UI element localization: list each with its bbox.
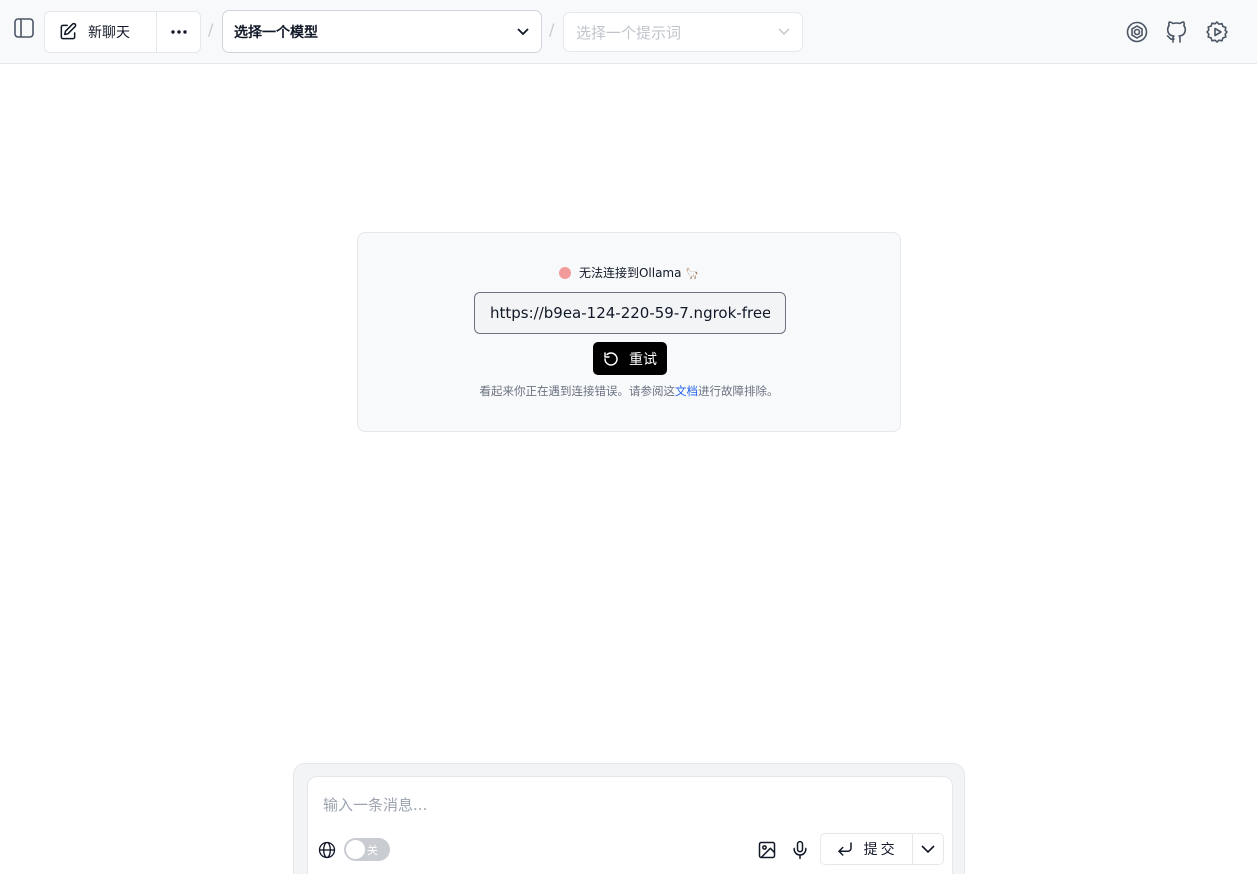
model-select[interactable]: 选择一个模型	[222, 10, 542, 53]
composer-box: 关 提交	[307, 776, 953, 874]
submit-label: 提交	[863, 842, 898, 858]
top-header: 新聊天 / 选择一个模型 / 选择一个提示词	[0, 0, 1257, 64]
message-input[interactable]	[323, 792, 923, 818]
chevron-down-icon	[921, 844, 935, 853]
toggle-knob	[346, 840, 365, 859]
ollama-url-input[interactable]	[474, 292, 786, 334]
openai-logo-icon	[1126, 21, 1148, 43]
llama-icon: 🦙	[685, 267, 700, 280]
enter-return-icon	[837, 842, 852, 856]
chat-actions-group: 新聊天	[44, 11, 201, 53]
retry-button[interactable]: 重试	[593, 342, 667, 375]
help-text: 看起来你正在遇到连接错误。请参阅这文档进行故障排除。	[479, 384, 779, 398]
status-dot	[558, 266, 571, 279]
prompt-select[interactable]: 选择一个提示词	[563, 12, 803, 52]
status-text: 无法连接到Ollama	[578, 266, 682, 280]
sidebar-toggle-button[interactable]	[10, 14, 38, 42]
more-options-button[interactable]	[156, 12, 200, 52]
github-button[interactable]	[1162, 17, 1192, 47]
connection-error-card: 无法连接到Ollama 🦙 重试 看起来你正在遇到连接错误。请参阅这文档进行故障…	[357, 232, 901, 432]
upload-image-button[interactable]	[755, 838, 779, 862]
retry-label: 重试	[629, 351, 657, 368]
image-icon	[758, 841, 776, 859]
chevron-down-icon	[517, 27, 529, 35]
globe-icon[interactable]	[317, 840, 337, 860]
microphone-icon	[793, 840, 807, 860]
new-chat-label: 新聊天	[88, 25, 130, 41]
edit-pencil-icon	[60, 22, 77, 40]
settings-button[interactable]	[1202, 17, 1232, 47]
submit-group: 提交	[820, 833, 944, 865]
submit-button[interactable]: 提交	[821, 834, 912, 864]
ellipsis-icon	[170, 30, 187, 34]
connection-status: 无法连接到Ollama 🦙	[358, 264, 900, 281]
chevron-down-icon	[778, 28, 790, 35]
composer: 关 提交	[293, 763, 965, 874]
refresh-icon	[604, 351, 618, 366]
openai-button[interactable]	[1122, 17, 1152, 47]
web-search-toggle[interactable]: 关	[344, 838, 390, 861]
model-select-value: 选择一个模型	[234, 24, 318, 41]
voice-input-button[interactable]	[788, 838, 812, 862]
prompt-select-placeholder: 选择一个提示词	[576, 23, 682, 42]
submit-options-button[interactable]	[912, 834, 943, 864]
toggle-label: 关	[367, 844, 378, 857]
breadcrumb-separator: /	[208, 20, 214, 39]
gear-icon	[1206, 21, 1228, 43]
sidebar-panel-icon	[14, 18, 34, 38]
breadcrumb-separator: /	[549, 20, 555, 39]
docs-link[interactable]: 文档	[675, 384, 698, 398]
github-icon	[1166, 21, 1187, 43]
new-chat-button[interactable]: 新聊天	[45, 12, 156, 52]
